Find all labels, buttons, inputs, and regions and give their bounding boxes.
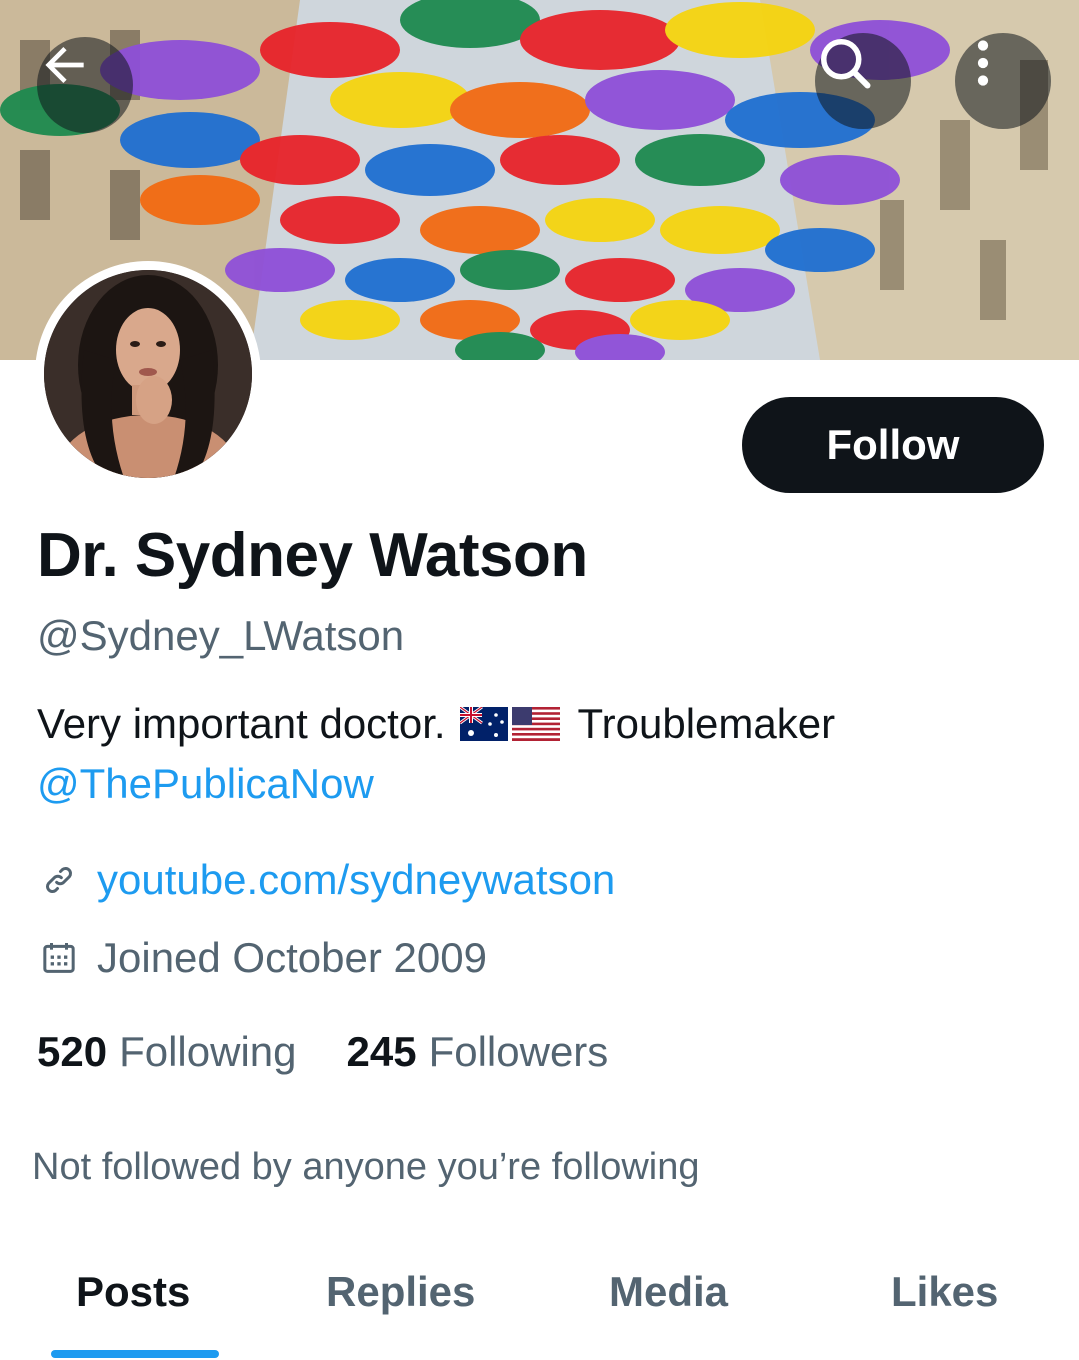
following-count: 520	[37, 1028, 108, 1075]
tab-media[interactable]: Media	[609, 1268, 728, 1316]
link-icon	[37, 858, 81, 902]
search-button[interactable]	[815, 33, 911, 129]
followers-label: Followers	[428, 1028, 609, 1075]
follow-button[interactable]: Follow	[742, 397, 1044, 493]
active-tab-indicator	[51, 1350, 219, 1358]
joined-row: Joined October 2009	[37, 934, 487, 982]
bio-text: Very important doctor.	[37, 700, 446, 747]
avatar[interactable]	[35, 261, 261, 487]
followers-stat[interactable]: 245 Followers	[347, 1028, 609, 1076]
usa-flag-icon	[511, 707, 560, 741]
search-icon	[821, 39, 871, 89]
followers-count: 245	[346, 1028, 417, 1075]
bio-flags	[459, 707, 564, 741]
profile-tabs: Posts Replies Media Likes	[0, 1240, 1079, 1360]
bio-suffix: Troublemaker	[577, 700, 836, 747]
following-stat[interactable]: 520 Following	[37, 1028, 297, 1076]
user-handle: @Sydney_LWatson	[37, 612, 405, 659]
follow-stats: 520 Following 245 Followers	[37, 1028, 608, 1076]
website-link[interactable]: youtube.com/sydneywatson	[97, 856, 615, 904]
social-context: Not followed by anyone you’re following	[32, 1146, 700, 1188]
tab-replies[interactable]: Replies	[326, 1268, 475, 1316]
calendar-icon	[37, 936, 81, 980]
tab-posts[interactable]: Posts	[76, 1268, 190, 1316]
australia-flag-icon	[459, 707, 508, 741]
website-row: youtube.com/sydneywatson	[37, 856, 615, 904]
following-label: Following	[119, 1028, 297, 1075]
arrow-left-icon	[45, 47, 84, 83]
avatar-image	[44, 270, 252, 478]
bio-mention-link[interactable]: @ThePublicaNow	[37, 760, 374, 808]
back-button[interactable]	[37, 37, 133, 133]
joined-date: Joined October 2009	[97, 934, 487, 981]
bio: Very important doctor. Troublemaker	[37, 700, 835, 748]
more-vertical-icon	[977, 40, 989, 86]
more-options-button[interactable]	[955, 33, 1051, 129]
display-name: Dr. Sydney Watson	[37, 521, 588, 590]
tab-likes[interactable]: Likes	[891, 1268, 998, 1316]
